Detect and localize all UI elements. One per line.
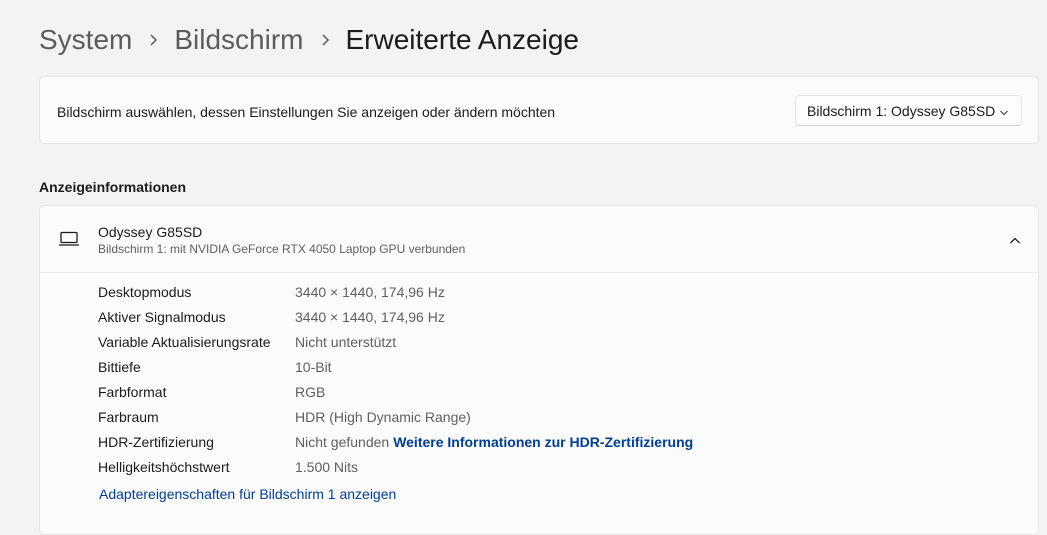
breadcrumb-bildschirm[interactable]: Bildschirm: [174, 24, 303, 56]
info-value: RGB: [295, 384, 326, 400]
info-value: 3440 × 1440, 174,96 Hz: [295, 284, 445, 300]
chevron-down-icon: [999, 105, 1009, 123]
section-title: Anzeigeinformationen: [39, 179, 187, 195]
info-label: Aktiver Signalmodus: [98, 309, 226, 325]
info-value: 10-Bit: [295, 359, 332, 375]
info-value: HDR (High Dynamic Range): [295, 409, 471, 425]
display-select-dropdown[interactable]: Bildschirm 1: Odyssey G85SD: [795, 95, 1022, 126]
info-label: Desktopmodus: [98, 284, 192, 300]
laptop-icon: [58, 231, 80, 252]
info-label: Farbraum: [98, 409, 159, 425]
display-info-card: Odyssey G85SD Bildschirm 1: mit NVIDIA G…: [39, 205, 1039, 535]
breadcrumb-system[interactable]: System: [39, 24, 132, 56]
display-selector-label: Bildschirm auswählen, dessen Einstellung…: [57, 104, 556, 120]
display-info-header[interactable]: Odyssey G85SD Bildschirm 1: mit NVIDIA G…: [40, 206, 1038, 273]
monitor-name: Odyssey G85SD: [98, 224, 203, 240]
info-value: 3440 × 1440, 174,96 Hz: [295, 309, 445, 325]
hdr-info-link[interactable]: Weitere Informationen zur HDR-Zertifizie…: [393, 434, 693, 450]
breadcrumb: System Bildschirm Erweiterte Anzeige: [39, 20, 579, 60]
chevron-right-icon: [132, 33, 174, 47]
display-select-value: Bildschirm 1: Odyssey G85SD: [807, 103, 996, 119]
monitor-subtitle: Bildschirm 1: mit NVIDIA GeForce RTX 405…: [98, 242, 466, 256]
info-value: Nicht gefunden Weitere Informationen zur …: [295, 434, 693, 450]
info-value: 1.500 Nits: [295, 459, 359, 475]
info-label: HDR-Zertifizierung: [98, 434, 214, 450]
info-label: Farbformat: [98, 384, 167, 400]
hdr-status: Nicht gefunden: [295, 434, 390, 450]
info-value: Nicht unterstützt: [295, 334, 397, 350]
info-label: Variable Aktualisierungsrate: [98, 334, 271, 350]
chevron-right-icon: [304, 33, 346, 47]
info-label: Helligkeitshöchstwert: [98, 459, 230, 475]
chevron-up-icon[interactable]: [1009, 233, 1021, 251]
adapter-properties-link[interactable]: Adaptereigenschaften für Bildschirm 1 an…: [99, 486, 396, 502]
info-label: Bittiefe: [98, 359, 141, 375]
page-title: Erweiterte Anzeige: [345, 24, 579, 55]
display-selector-card: Bildschirm auswählen, dessen Einstellung…: [39, 76, 1039, 144]
